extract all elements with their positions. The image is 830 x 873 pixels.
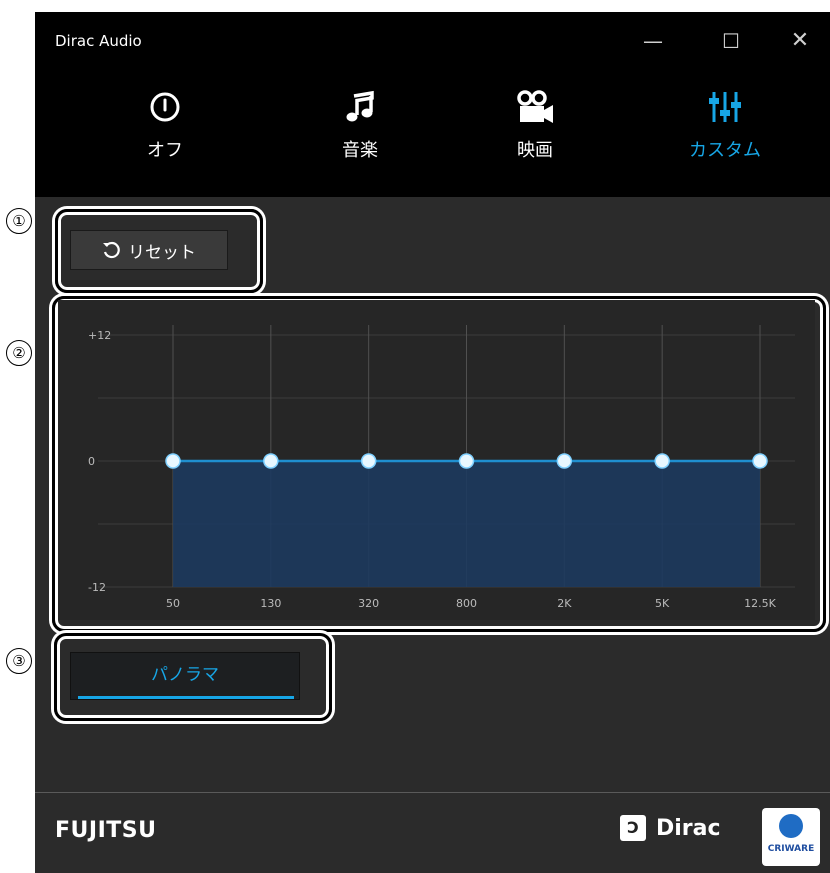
eq-x-tick-label: 320: [358, 597, 379, 610]
mode-custom-label: カスタム: [689, 140, 761, 161]
eq-y-tick-label: -12: [88, 581, 106, 594]
equalizer-graph[interactable]: +12 0 -12 50 130 320 800 2K 5K 12.5K: [58, 300, 815, 620]
eq-y-tick-label: +12: [88, 329, 111, 342]
fujitsu-logo: FUJITSU: [55, 818, 157, 843]
mode-movie-tab[interactable]: 映画: [475, 90, 595, 190]
eq-x-tick-label: 800: [456, 597, 477, 610]
mode-music-label: 音楽: [342, 140, 378, 161]
close-button[interactable]: ✕: [780, 26, 820, 56]
footer-divider: [35, 792, 830, 793]
eq-band-point[interactable]: [654, 453, 670, 469]
reset-icon: [103, 241, 120, 259]
mode-off-label: オフ: [147, 140, 183, 161]
eq-x-tick-label: 5K: [655, 597, 670, 610]
panorama-active-indicator: [78, 696, 294, 699]
minimize-button[interactable]: —: [633, 26, 673, 56]
eq-x-tick-label: 50: [166, 597, 180, 610]
dirac-mark-icon: Ɔ: [620, 815, 646, 841]
mode-music-tab[interactable]: 音楽: [300, 90, 420, 190]
eq-band-point[interactable]: [360, 453, 377, 469]
movie-camera-icon: [517, 90, 553, 123]
eq-band-point[interactable]: [556, 453, 573, 469]
eq-x-tick-label: 12.5K: [744, 597, 776, 610]
eq-y-tick-label: 0: [88, 455, 95, 468]
equalizer-sliders-icon: [709, 92, 741, 122]
criware-mark-icon: [779, 814, 803, 838]
title-bar: Dirac Audio — ☐ ✕ オフ 音楽 映画 カスタム: [35, 12, 830, 197]
reset-button-label: リセット: [128, 242, 196, 263]
callout-2: ②: [6, 340, 32, 366]
eq-band-point[interactable]: [263, 453, 279, 469]
eq-x-tick-label: 2K: [557, 597, 572, 610]
power-icon: [150, 92, 180, 122]
music-note-icon: [346, 90, 374, 122]
panorama-button[interactable]: パノラマ: [70, 652, 300, 700]
eq-curve-fill: [173, 461, 760, 587]
mode-off-tab[interactable]: オフ: [105, 90, 225, 190]
eq-band-point[interactable]: [752, 453, 768, 469]
dirac-logo-text: Dirac: [656, 815, 721, 841]
criware-logo: CRIWARE: [762, 808, 820, 866]
eq-x-tick-label: 130: [260, 597, 281, 610]
dirac-logo: Ɔ Dirac: [620, 815, 721, 841]
callout-1: ①: [6, 208, 32, 234]
callout-3: ③: [6, 648, 32, 674]
app-title: Dirac Audio: [55, 32, 142, 50]
maximize-button[interactable]: ☐: [711, 26, 751, 56]
mode-custom-tab[interactable]: カスタム: [665, 90, 785, 190]
reset-button[interactable]: リセット: [70, 230, 228, 270]
mode-movie-label: 映画: [517, 140, 553, 161]
eq-band-point[interactable]: [165, 453, 181, 469]
eq-band-point[interactable]: [458, 453, 475, 469]
criware-logo-text: CRIWARE: [767, 844, 815, 854]
